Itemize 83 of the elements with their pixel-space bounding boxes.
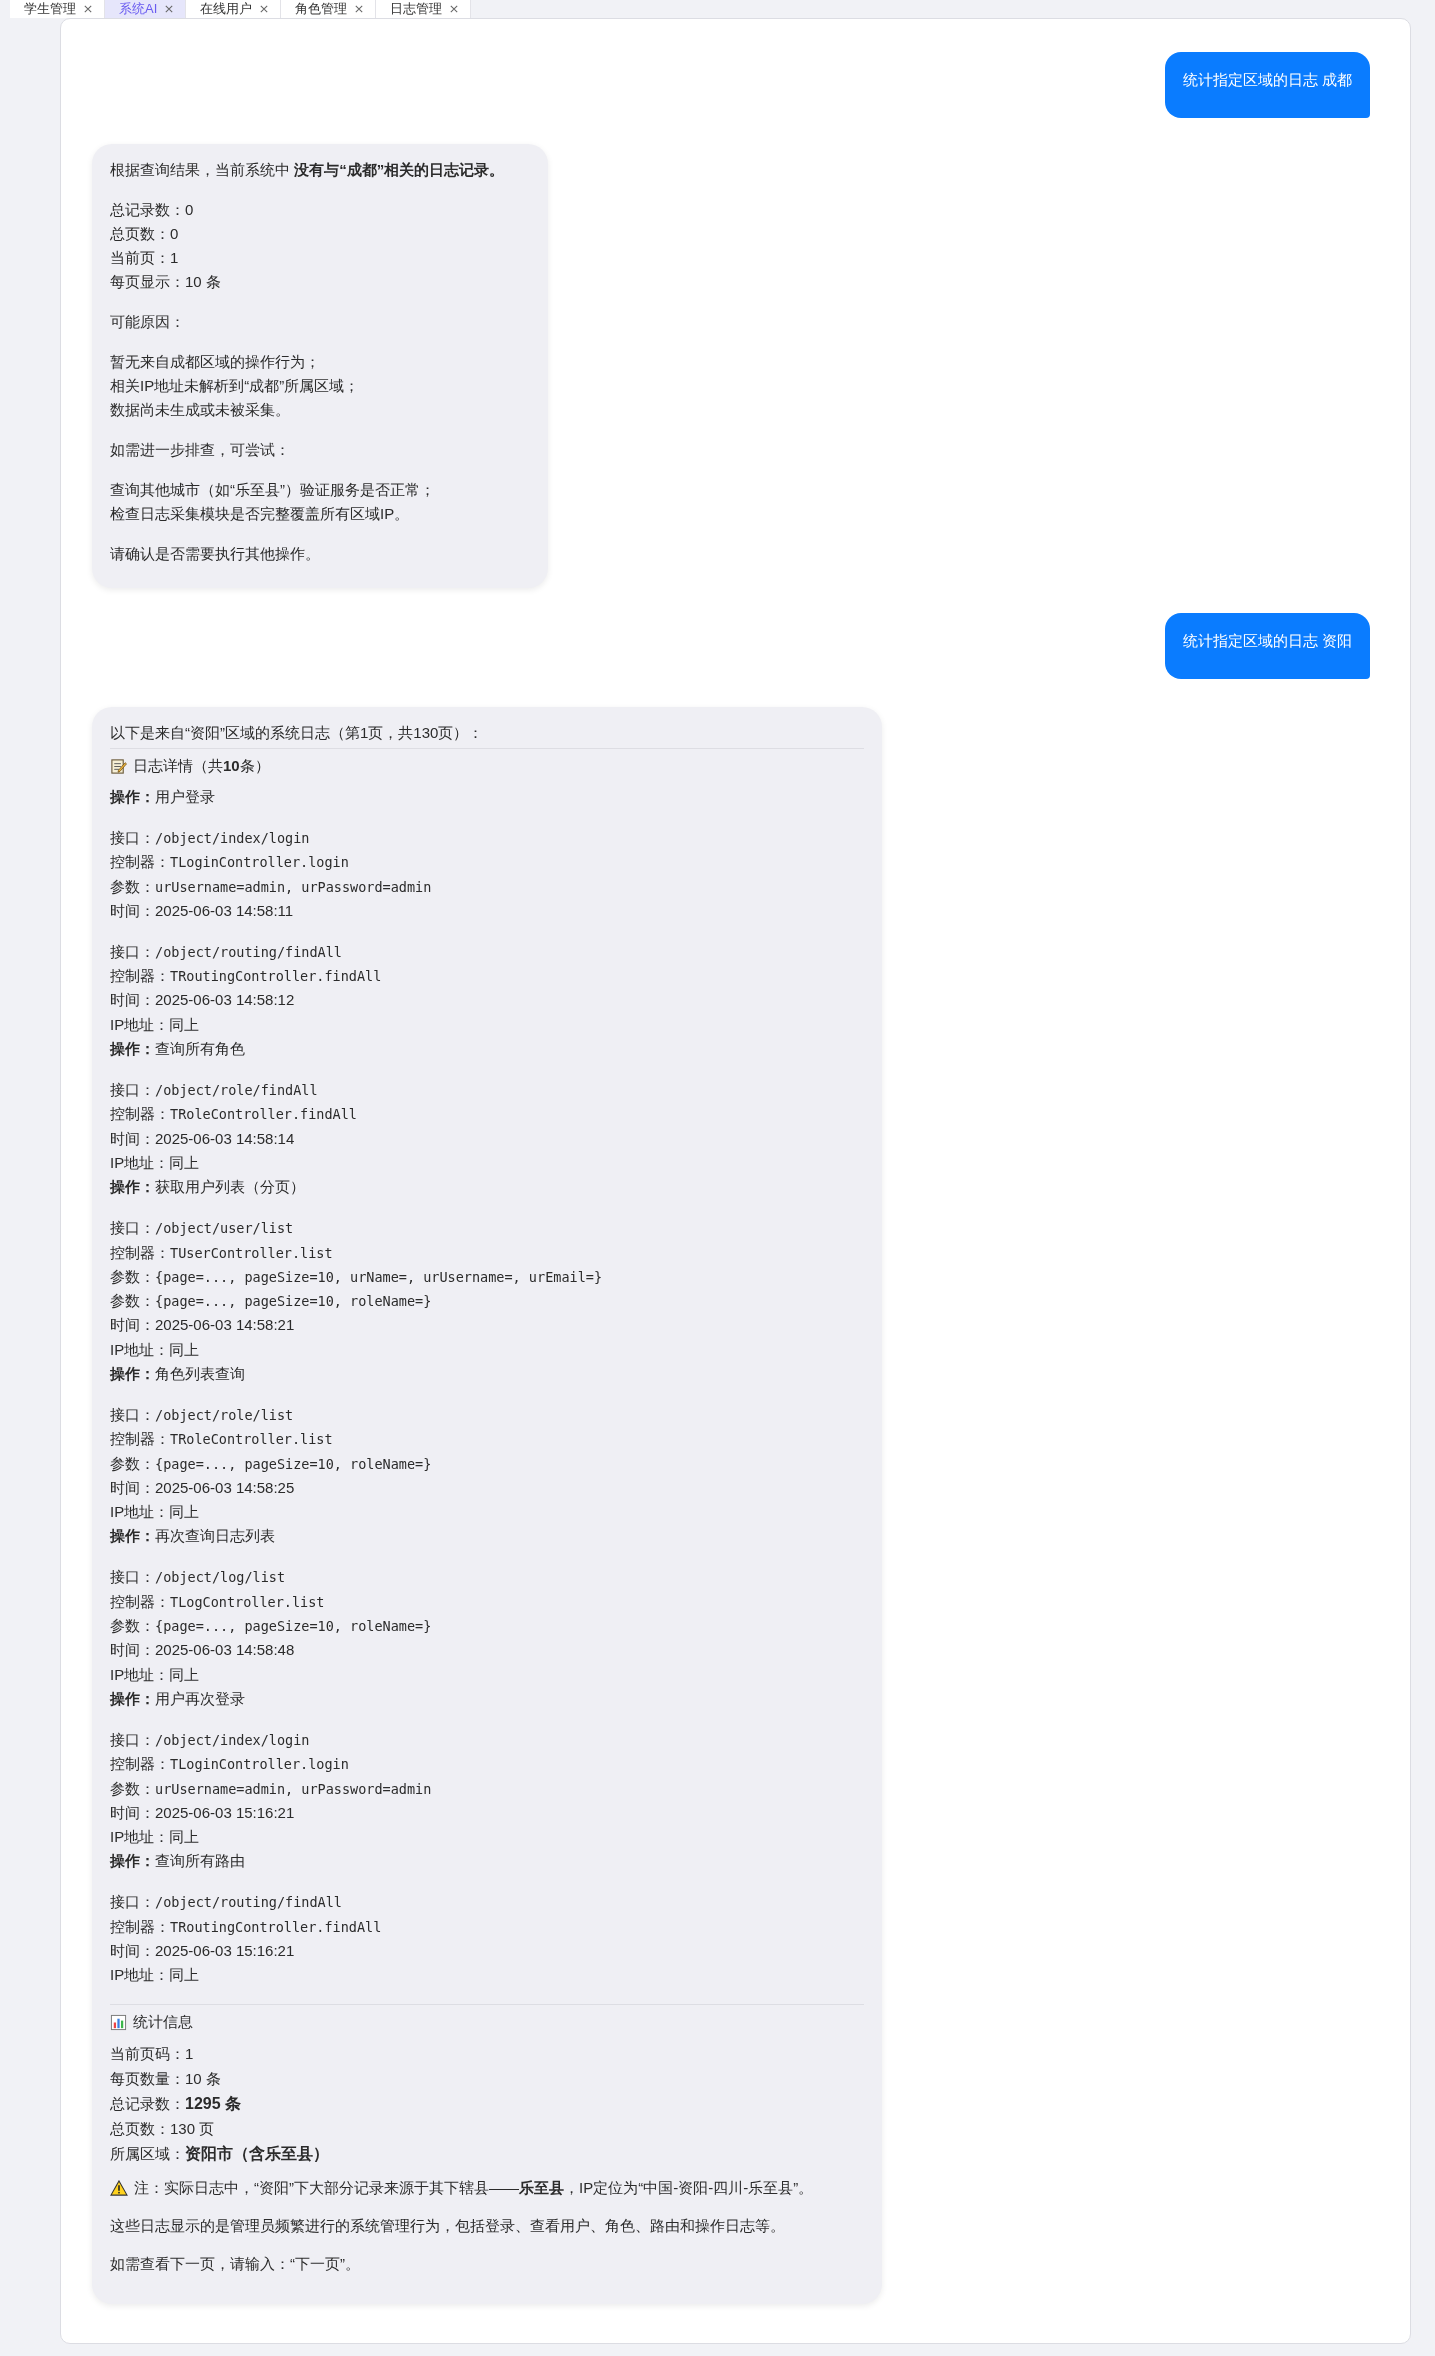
message-text: 每页显示：10 条 bbox=[110, 272, 222, 292]
close-icon[interactable] bbox=[165, 5, 174, 13]
log-line: 控制器：TRoutingController.findAll bbox=[110, 1916, 383, 1937]
log-line: 控制器：TLoginController.login bbox=[110, 1754, 350, 1775]
log-line: 控制器：TUserController.list bbox=[110, 1242, 334, 1263]
log-line: 参数：urUsername=admin, urPassword=admin bbox=[110, 876, 433, 897]
message-text: 暂无来自成都区域的操作行为； bbox=[110, 352, 321, 372]
log-line: IP地址：同上 bbox=[110, 1014, 201, 1035]
log-line: 操作：用户再次登录 bbox=[110, 1688, 246, 1709]
log-line: IP地址：同上 bbox=[110, 1339, 201, 1360]
message-text: 注：实际日志中，“资阳”下大部分记录来源于其下辖县——乐至县，IP定位为“中国-资阳-四川-乐至县”。 bbox=[134, 2178, 814, 2199]
message-text: 请确认是否需要执行其他操作。 bbox=[110, 544, 321, 564]
tab[interactable]: 学生管理 bbox=[10, 0, 105, 18]
tab[interactable]: 系统AI bbox=[105, 0, 187, 18]
log-line: 时间：2025-06-03 14:58:48 bbox=[110, 1640, 296, 1661]
close-icon[interactable] bbox=[260, 5, 269, 13]
section-heading: 日志详情（共10条） bbox=[133, 756, 270, 776]
log-line: 控制器：TLoginController.login bbox=[110, 852, 350, 873]
log-line: IP地址：同上 bbox=[110, 1965, 201, 1986]
log-line: 参数：{page=..., pageSize=10, roleName=} bbox=[110, 1291, 433, 1312]
message-text: 数据尚未生成或未被采集。 bbox=[110, 400, 291, 420]
log-line: 接口：/object/routing/findAll bbox=[110, 1892, 343, 1913]
close-icon[interactable] bbox=[450, 5, 459, 13]
log-line: 时间：2025-06-03 14:58:21 bbox=[110, 1315, 296, 1336]
log-line: 时间：2025-06-03 14:58:12 bbox=[110, 990, 296, 1011]
log-line: 接口：/object/user/list bbox=[110, 1218, 295, 1239]
close-icon[interactable] bbox=[84, 5, 92, 13]
message-text: 相关IP地址未解析到“成都”所属区域； bbox=[110, 376, 361, 396]
log-line: 操作：用户登录 bbox=[110, 787, 216, 807]
log-line: 参数：{page=..., pageSize=10, roleName=} bbox=[110, 1453, 433, 1474]
message-text: 总记录数：0 bbox=[110, 200, 195, 220]
message-text: 查询其他城市（如“乐至县”）验证服务是否正常； bbox=[110, 480, 436, 500]
log-line: 控制器：TRoleController.findAll bbox=[110, 1104, 358, 1125]
message-text: 当前页：1 bbox=[110, 248, 180, 268]
close-icon[interactable] bbox=[355, 5, 364, 13]
log-line: 接口：/object/index/login bbox=[110, 1729, 311, 1750]
log-line: 时间：2025-06-03 14:58:14 bbox=[110, 1128, 296, 1149]
stat-line: 总页数：130 页 bbox=[110, 2119, 216, 2140]
log-line: 操作：角色列表查询 bbox=[110, 1364, 246, 1384]
log-line: IP地址：同上 bbox=[110, 1152, 201, 1173]
tab[interactable]: 角色管理 bbox=[281, 0, 377, 18]
log-line: 操作：查询所有角色 bbox=[110, 1039, 246, 1060]
log-line: 接口：/object/log/list bbox=[110, 1567, 287, 1588]
memo-icon bbox=[110, 757, 127, 775]
message-text: 以下是来自“资阳”区域的系统日志（第1页，共130页）： bbox=[110, 723, 485, 743]
stat-line: 每页数量：10 条 bbox=[110, 2069, 222, 2090]
log-line: 时间：2025-06-03 14:58:25 bbox=[110, 1477, 296, 1498]
log-line: 参数：{page=..., pageSize=10, urName=, urUsername=, urEmail=} bbox=[110, 1266, 604, 1287]
tab[interactable]: 在线用户 bbox=[186, 0, 282, 18]
log-line: 时间：2025-06-03 14:58:11 bbox=[110, 900, 295, 921]
stat-line: 总记录数：1295 条 bbox=[110, 2094, 243, 2115]
message-text: 这些日志显示的是管理员频繁进行的系统管理行为，包括登录、查看用户、角色、路由和操作日志等。 bbox=[110, 2216, 786, 2237]
warning-icon bbox=[110, 2180, 128, 2197]
log-line: 参数：{page=..., pageSize=10, roleName=} bbox=[110, 1616, 433, 1637]
user-message: 统计指定区域的日志 资阳 bbox=[1164, 613, 1370, 679]
log-line: 接口：/object/role/findAll bbox=[110, 1080, 319, 1101]
log-line: 接口：/object/role/list bbox=[110, 1404, 295, 1425]
stat-line: 所属区域：资阳市（含乐至县） bbox=[110, 2144, 330, 2165]
section-heading: 统计信息 bbox=[133, 2012, 193, 2033]
log-line: IP地址：同上 bbox=[110, 1502, 201, 1523]
user-message: 统计指定区域的日志 成都 bbox=[1164, 52, 1370, 118]
message-text: 根据查询结果，当前系统中 没有与“成都”相关的日志记录。 bbox=[110, 160, 506, 180]
log-line: 时间：2025-06-03 15:16:21 bbox=[110, 1802, 296, 1823]
tab[interactable]: 日志管理 bbox=[376, 0, 472, 18]
log-line: 操作：获取用户列表（分页） bbox=[110, 1177, 306, 1198]
message-text: 如需进一步排查，可尝试： bbox=[110, 440, 291, 460]
message-text: 可能原因： bbox=[110, 312, 186, 332]
log-line: 操作：查询所有路由 bbox=[110, 1851, 246, 1872]
log-line: 控制器：TLogController.list bbox=[110, 1591, 326, 1612]
bar-chart-icon bbox=[110, 2013, 127, 2031]
log-line: 接口：/object/index/login bbox=[110, 828, 311, 848]
log-line: IP地址：同上 bbox=[110, 1664, 201, 1685]
log-line: 操作：再次查询日志列表 bbox=[110, 1526, 276, 1547]
log-line: 接口：/object/routing/findAll bbox=[110, 941, 343, 962]
message-text: 如需查看下一页，请输入：“下一页”。 bbox=[110, 2254, 361, 2275]
log-line: IP地址：同上 bbox=[110, 1827, 201, 1848]
log-line: 控制器：TRoleController.list bbox=[110, 1429, 334, 1450]
log-line: 参数：urUsername=admin, urPassword=admin bbox=[110, 1778, 433, 1799]
log-line: 控制器：TRoutingController.findAll bbox=[110, 966, 383, 987]
log-line: 时间：2025-06-03 15:16:21 bbox=[110, 1940, 296, 1961]
stat-line: 当前页码：1 bbox=[110, 2044, 195, 2065]
message-text: 总页数：0 bbox=[110, 224, 180, 244]
message-text: 检查日志采集模块是否完整覆盖所有区域IP。 bbox=[110, 504, 411, 524]
